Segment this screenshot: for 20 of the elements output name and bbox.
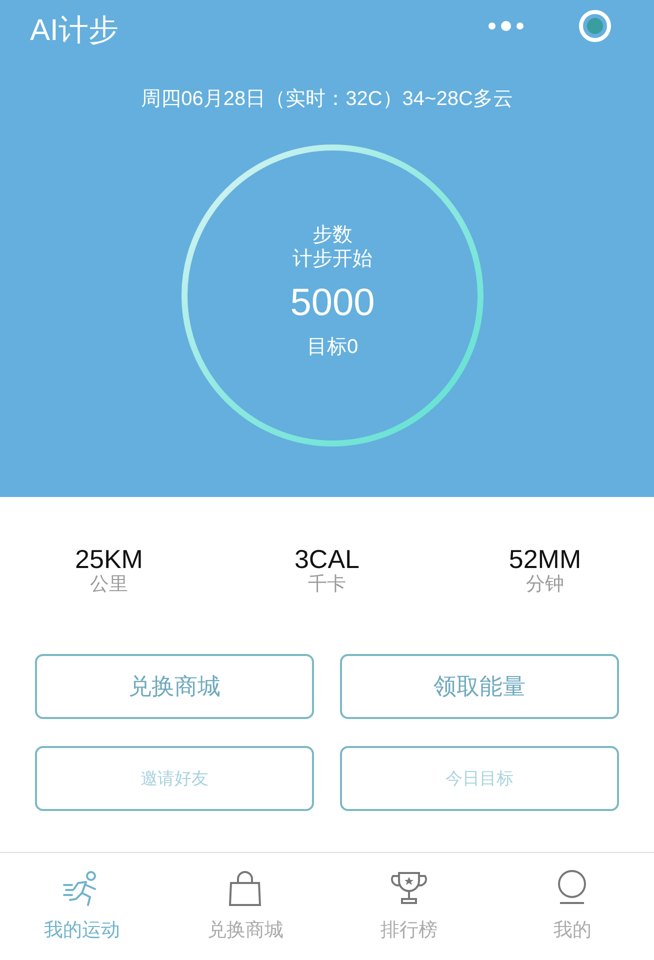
stat-value: 52MM [508, 545, 582, 573]
app-title: AI计步 [30, 13, 118, 49]
action-button[interactable]: 邀请好友 [35, 746, 314, 811]
action-button[interactable]: 今日目标 [340, 746, 619, 811]
tab-item[interactable]: 我的 [490, 853, 654, 960]
ring-label: 步数 [312, 223, 352, 247]
step-count: 5000 [290, 281, 375, 325]
stat-unit: 公里 [90, 573, 128, 597]
tab-item[interactable]: 我的运动 [0, 853, 164, 960]
action-button[interactable]: 兑换商城 [35, 654, 314, 719]
stat-value: 25KM [75, 545, 143, 573]
stat-value: 3CAL [294, 545, 360, 573]
stat-unit: 千卡 [308, 573, 346, 597]
action-button[interactable]: 领取能量 [340, 654, 619, 719]
weather-text: 周四06月28日（实时：32C）34~28C多云 [140, 87, 514, 112]
goal-text: 目标0 [306, 335, 358, 359]
ring-status: 计步开始 [292, 247, 372, 271]
stat-unit: 分钟 [526, 573, 564, 597]
tab-item[interactable]: 排行榜 [327, 853, 490, 960]
tab-item[interactable]: 兑换商城 [164, 853, 327, 960]
